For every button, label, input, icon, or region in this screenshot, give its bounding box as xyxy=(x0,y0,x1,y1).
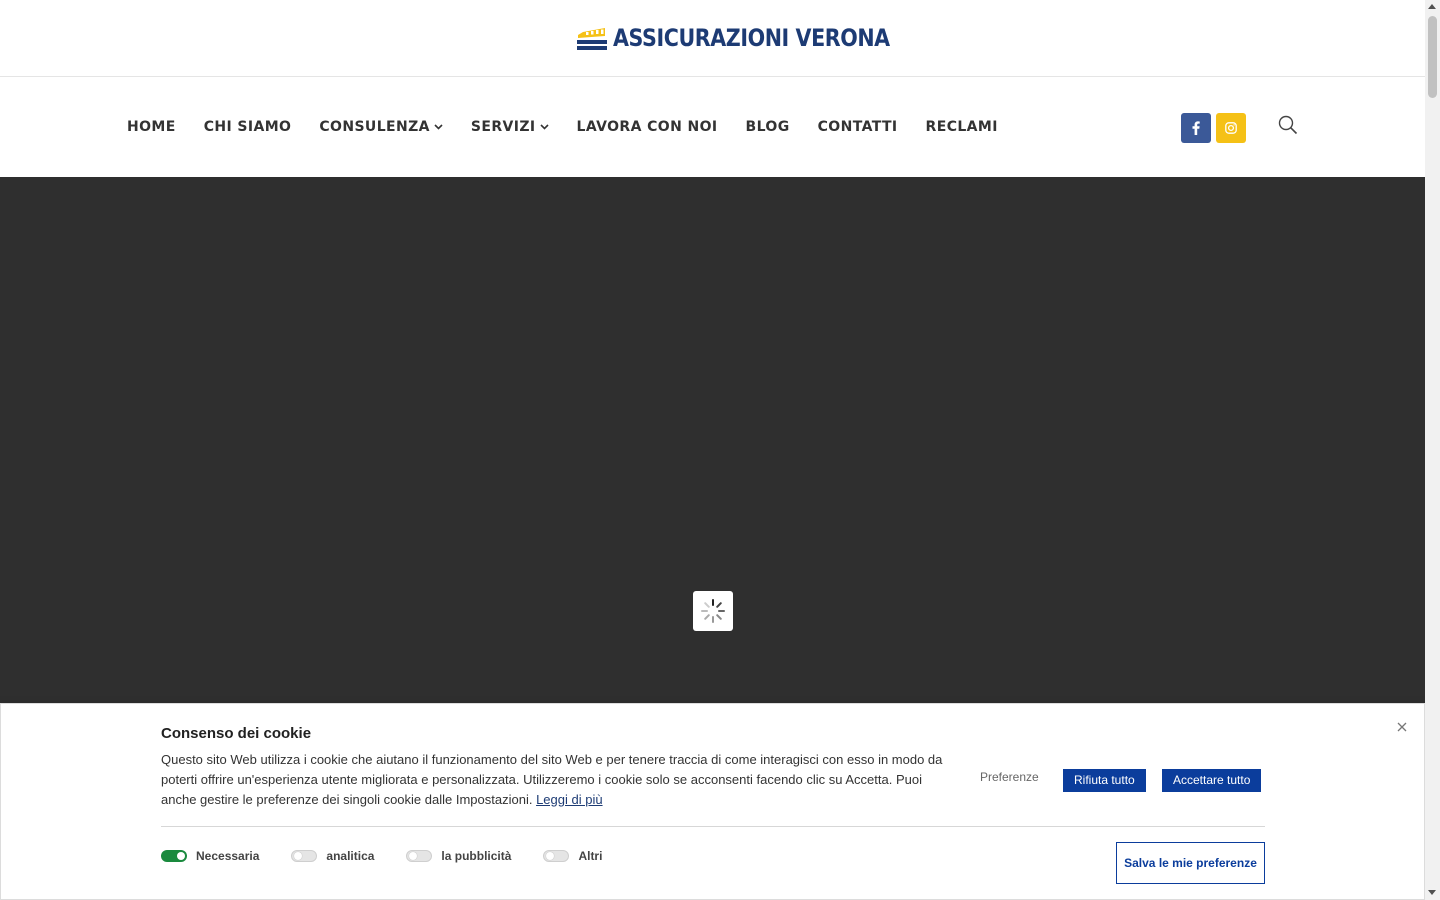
instagram-button[interactable] xyxy=(1216,113,1246,143)
nav-item-label: CONTATTI xyxy=(817,119,898,135)
nav-item-consulenza[interactable]: CONSULENZA xyxy=(319,119,443,135)
cookie-divider xyxy=(161,826,1265,827)
instagram-icon xyxy=(1225,122,1237,134)
search-button[interactable] xyxy=(1278,115,1300,137)
logo-text: ASSICURAZIONI VERONA xyxy=(613,24,890,52)
toggle-knob xyxy=(409,852,418,860)
nav-item-label: BLOG xyxy=(745,119,790,135)
save-preferences-button[interactable]: Salva le mie preferenze xyxy=(1116,842,1265,884)
toggle-label: analitica xyxy=(326,849,375,863)
logo-mark-icon xyxy=(577,26,607,50)
toggle-switch-off[interactable] xyxy=(291,850,318,862)
toggle-switch-off[interactable] xyxy=(406,850,433,862)
search-icon xyxy=(1278,115,1298,135)
nav-item-lavora-con-noi[interactable]: LAVORA CON NOI xyxy=(577,119,718,135)
nav-item-chi-siamo[interactable]: CHI SIAMO xyxy=(204,119,292,135)
toggle-others[interactable]: Altri xyxy=(543,849,602,863)
toggle-knob xyxy=(546,852,555,860)
loading-spinner xyxy=(693,591,733,631)
site-logo[interactable]: ASSICURAZIONI VERONA xyxy=(577,24,935,52)
main-menu: HOME CHI SIAMO CONSULENZA SERVIZI LAVORA… xyxy=(127,77,998,177)
cookie-consent-banner: Consenso dei cookie Questo sito Web util… xyxy=(0,703,1425,900)
scrollbar-thumb[interactable] xyxy=(1428,16,1437,98)
main-navbar: HOME CHI SIAMO CONSULENZA SERVIZI LAVORA… xyxy=(0,77,1425,177)
nav-item-contatti[interactable]: CONTATTI xyxy=(818,119,898,135)
nav-item-label: HOME xyxy=(127,119,176,135)
scroll-up-arrow-icon[interactable] xyxy=(1428,4,1436,9)
nav-item-label: CONSULENZA xyxy=(319,119,430,135)
nav-item-label: RECLAMI xyxy=(925,119,998,135)
nav-item-servizi[interactable]: SERVIZI xyxy=(471,119,549,135)
toggle-advertising[interactable]: la pubblicità xyxy=(406,849,511,863)
toggle-switch-off[interactable] xyxy=(543,850,570,862)
preferences-button[interactable]: Preferenze xyxy=(980,770,1039,784)
chevron-down-icon xyxy=(434,124,443,130)
cookie-category-toggles: Necessaria analitica la pubblicità Altri xyxy=(161,849,634,863)
nav-item-blog[interactable]: BLOG xyxy=(746,119,790,135)
page-scrollbar[interactable] xyxy=(1425,0,1440,900)
top-header: ASSICURAZIONI VERONA xyxy=(0,0,1425,77)
toggle-knob xyxy=(294,852,303,860)
nav-item-label: SERVIZI xyxy=(470,119,536,135)
hero-slider xyxy=(0,177,1425,703)
cookie-title: Consenso dei cookie xyxy=(161,725,312,742)
close-banner-button[interactable] xyxy=(1393,718,1411,736)
read-more-link[interactable]: Leggi di più xyxy=(536,792,603,807)
toggle-label: Necessaria xyxy=(196,849,260,863)
scroll-down-arrow-icon[interactable] xyxy=(1428,890,1436,895)
close-icon xyxy=(1397,722,1407,732)
facebook-button[interactable] xyxy=(1181,113,1211,143)
toggle-analytics[interactable]: analitica xyxy=(291,849,374,863)
nav-item-home[interactable]: HOME xyxy=(127,119,176,135)
facebook-icon xyxy=(1192,121,1200,135)
spinner-icon xyxy=(701,599,725,623)
toggle-label: la pubblicità xyxy=(441,849,512,863)
reject-all-button[interactable]: Rifiuta tutto xyxy=(1063,769,1146,792)
toggle-switch-on[interactable] xyxy=(161,850,187,862)
chevron-down-icon xyxy=(539,124,549,130)
toggle-label: Altri xyxy=(578,849,603,863)
toggle-necessary[interactable]: Necessaria xyxy=(161,849,259,863)
nav-item-label: CHI SIAMO xyxy=(203,119,292,135)
nav-item-label: LAVORA CON NOI xyxy=(576,119,718,135)
cookie-description: Questo sito Web utilizza i cookie che ai… xyxy=(161,750,951,810)
accept-all-button[interactable]: Accettare tutto xyxy=(1162,769,1262,792)
toggle-knob xyxy=(177,852,185,860)
nav-item-reclami[interactable]: RECLAMI xyxy=(926,119,998,135)
